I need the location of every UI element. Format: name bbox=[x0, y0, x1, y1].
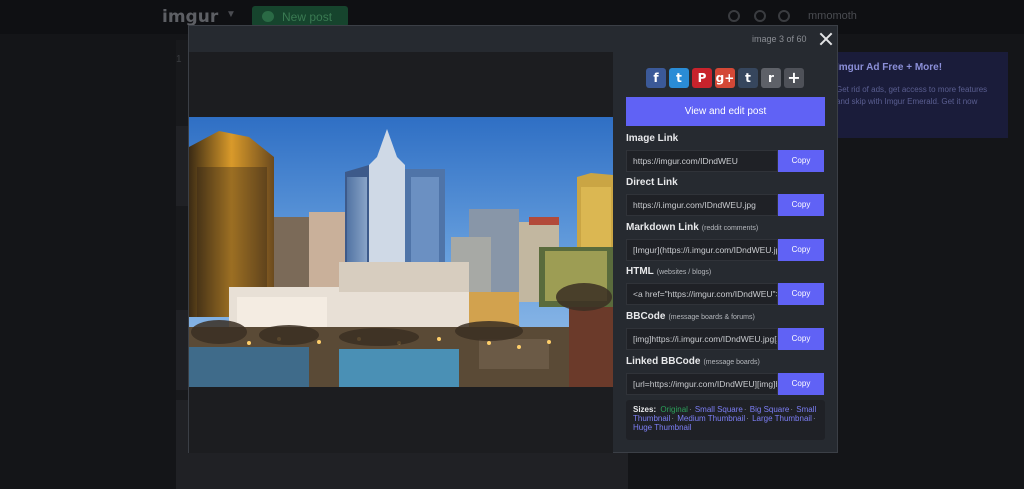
copy-button[interactable]: Copy bbox=[778, 239, 824, 261]
upload-icon bbox=[262, 11, 274, 22]
facebook-icon[interactable]: f bbox=[646, 68, 666, 88]
chevron-down-icon[interactable]: ▼ bbox=[226, 9, 236, 20]
background-thumbnail bbox=[176, 126, 188, 206]
bbcode-input[interactable]: [img]https://i.imgur.com/IDndWEU.jpg[/im… bbox=[626, 328, 778, 350]
sizes-box: Sizes: Original· Small Square· Big Squar… bbox=[626, 400, 825, 440]
linked-bbcode-input[interactable]: [url=https://imgur.com/IDndWEU][img]http… bbox=[626, 373, 778, 395]
google-plus-icon[interactable]: g+ bbox=[715, 68, 735, 88]
field-label: HTML (websites / blogs) bbox=[626, 266, 712, 277]
field-label: Linked BBCode (message boards) bbox=[626, 356, 760, 367]
bbcode-field: BBCode (message boards & forums) [img]htt… bbox=[626, 311, 826, 350]
copy-button[interactable]: Copy bbox=[778, 283, 824, 305]
image-viewer bbox=[189, 52, 613, 453]
view-edit-post-button[interactable]: View and edit post bbox=[626, 97, 825, 126]
new-post-label: New post bbox=[282, 10, 333, 24]
post-number: 1 bbox=[176, 54, 182, 65]
notification-icon[interactable] bbox=[778, 10, 790, 22]
pinterest-icon[interactable]: P bbox=[692, 68, 712, 88]
image-link-input[interactable]: https://imgur.com/IDndWEU bbox=[626, 150, 778, 172]
twitter-icon[interactable]: t bbox=[669, 68, 689, 88]
reddit-icon[interactable]: r bbox=[761, 68, 781, 88]
ad-text: Get rid of ads, get access to more featu… bbox=[836, 85, 988, 106]
ad-title: Imgur Ad Free + More! bbox=[836, 62, 943, 73]
markdown-link-field: Markdown Link (reddit comments) [Imgur](h… bbox=[626, 222, 826, 261]
field-label: Direct Link bbox=[626, 177, 678, 188]
field-label: Markdown Link (reddit comments) bbox=[626, 222, 759, 233]
direct-link-field: Direct Link https://i.imgur.com/IDndWEU.… bbox=[626, 177, 826, 216]
size-link-huge-thumbnail[interactable]: Huge Thumbnail bbox=[633, 423, 692, 432]
share-modal: image 3 of 60 f t P g+ t r + View and ed… bbox=[188, 25, 838, 453]
copy-button[interactable]: Copy bbox=[778, 328, 824, 350]
field-label: Image Link bbox=[626, 133, 679, 144]
more-share-icon[interactable]: + bbox=[784, 68, 804, 88]
image-link-field: Image Link https://imgur.com/IDndWEU Cop… bbox=[626, 133, 826, 172]
size-link-medium-thumbnail[interactable]: Medium Thumbnail bbox=[677, 414, 745, 423]
imgur-logo[interactable]: imgur bbox=[162, 7, 218, 27]
size-link-small-square[interactable]: Small Square bbox=[695, 405, 743, 414]
size-link-large-thumbnail[interactable]: Large Thumbnail bbox=[752, 414, 812, 423]
size-link-original[interactable]: Original bbox=[660, 405, 688, 414]
copy-button[interactable]: Copy bbox=[778, 373, 824, 395]
html-field: HTML (websites / blogs) <a href="https://… bbox=[626, 266, 826, 305]
size-link-big-square[interactable]: Big Square bbox=[750, 405, 790, 414]
search-icon[interactable] bbox=[728, 10, 740, 22]
linked-bbcode-field: Linked BBCode (message boards) [url=https… bbox=[626, 356, 826, 395]
tumblr-icon[interactable]: t bbox=[738, 68, 758, 88]
markdown-link-input[interactable]: [Imgur](https://i.imgur.com/IDndWEU.jpg) bbox=[626, 239, 778, 261]
copy-button[interactable]: Copy bbox=[778, 194, 824, 216]
sizes-label: Sizes: bbox=[633, 405, 657, 414]
background-thumbnail bbox=[176, 310, 188, 390]
share-buttons: f t P g+ t r + bbox=[646, 68, 804, 88]
share-sidebar: f t P g+ t r + View and edit post Image … bbox=[626, 26, 826, 452]
new-post-button[interactable]: New post bbox=[252, 6, 348, 27]
skyline-photo bbox=[189, 117, 613, 387]
copy-button[interactable]: Copy bbox=[778, 150, 824, 172]
html-input[interactable]: <a href="https://imgur.com/IDndWEU"><img… bbox=[626, 283, 778, 305]
chat-icon[interactable] bbox=[754, 10, 766, 22]
username[interactable]: mmomoth bbox=[808, 10, 857, 22]
field-label: BBCode (message boards & forums) bbox=[626, 311, 755, 322]
direct-link-input[interactable]: https://i.imgur.com/IDndWEU.jpg bbox=[626, 194, 778, 216]
city-skyline-image[interactable] bbox=[189, 117, 613, 387]
